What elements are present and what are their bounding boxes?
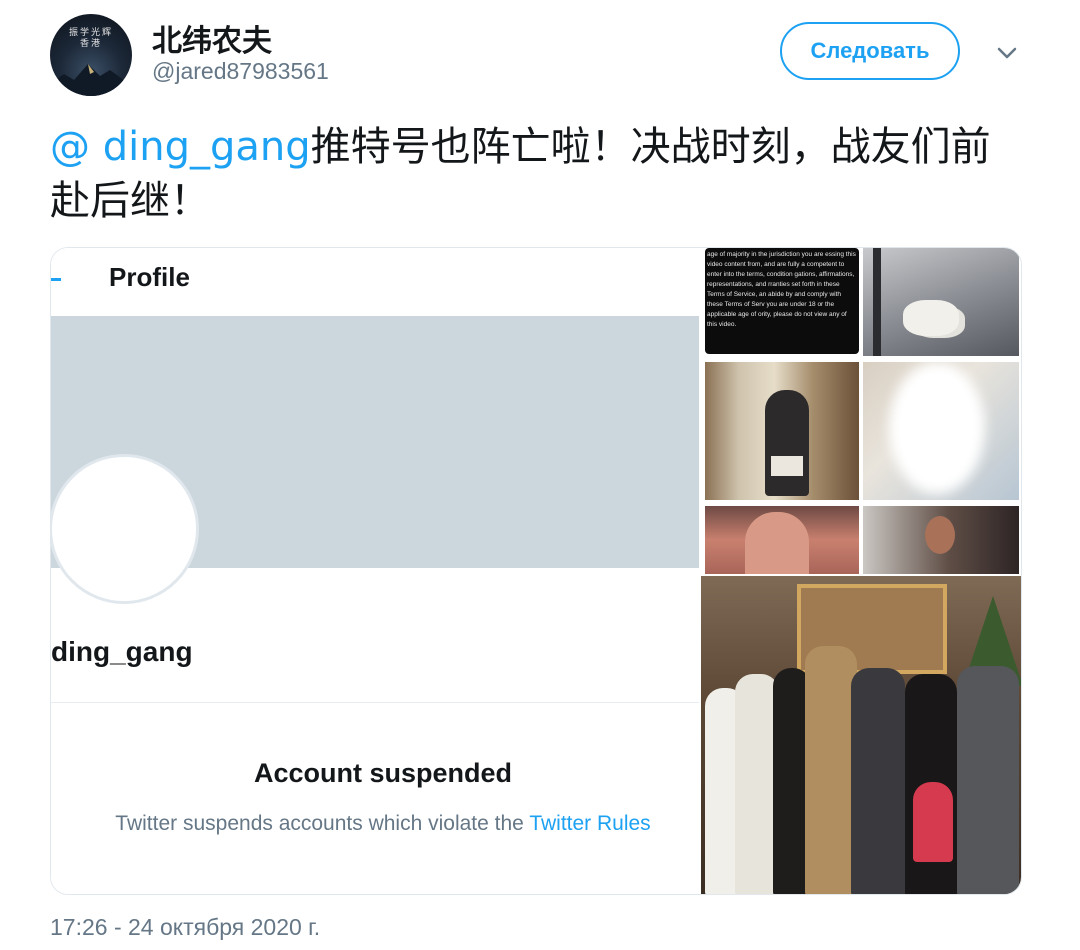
twitter-rules-link: Twitter Rules bbox=[529, 812, 651, 835]
figure bbox=[805, 646, 857, 894]
face-shape bbox=[925, 516, 955, 554]
divider bbox=[51, 702, 699, 703]
mention-link[interactable]: @ ding_gang bbox=[50, 124, 311, 170]
person-silhouette bbox=[765, 390, 809, 496]
tweet-timestamp[interactable]: 17:26 - 24 октября 2020 г. bbox=[50, 914, 320, 941]
bag-edge bbox=[873, 248, 881, 356]
mirror-selfie-photo bbox=[705, 362, 859, 500]
figure-red-pants bbox=[913, 782, 953, 862]
bag-photo bbox=[863, 248, 1019, 356]
figure bbox=[851, 668, 905, 894]
author-avatar[interactable]: 振学光辉香港 bbox=[50, 14, 132, 96]
media-grid[interactable]: Profile ding_gang Account suspended Twit… bbox=[50, 247, 1022, 895]
torso-shape bbox=[745, 512, 809, 574]
video-call-photo bbox=[863, 506, 1019, 574]
follow-button[interactable]: Следовать bbox=[780, 22, 960, 80]
photo-collage[interactable]: age of majority in the jurisdiction you … bbox=[699, 248, 1021, 894]
profile-avatar-placeholder bbox=[51, 454, 199, 604]
powder-shape bbox=[903, 300, 959, 336]
blurred-photo bbox=[863, 362, 1019, 500]
suspended-description: Twitter suspends accounts which violate … bbox=[51, 812, 715, 836]
tweet-text: @ ding_gang推特号也阵亡啦！决战时刻，战友们前赴后继！ bbox=[50, 120, 1010, 228]
shirtless-photo bbox=[705, 506, 859, 574]
back-arrow-icon bbox=[51, 278, 61, 281]
avatar-text: 振学光辉香港 bbox=[68, 28, 113, 49]
profile-title: Profile bbox=[109, 262, 190, 292]
figure bbox=[957, 666, 1019, 894]
author-handle[interactable]: @jared87983561 bbox=[152, 58, 329, 85]
author-display-name[interactable]: 北纬农夫 bbox=[152, 16, 272, 60]
terms-text-photo: age of majority in the jurisdiction you … bbox=[705, 248, 859, 354]
suspended-title: Account suspended bbox=[253, 758, 513, 788]
shorts-shape bbox=[771, 456, 803, 476]
family-group-photo bbox=[701, 576, 1021, 894]
terms-text: age of majority in the jurisdiction you … bbox=[707, 251, 856, 328]
suspended-description-text: Twitter suspends accounts which violate … bbox=[115, 812, 524, 835]
profile-username: ding_gang bbox=[51, 636, 193, 667]
profile-screenshot[interactable]: Profile ding_gang Account suspended Twit… bbox=[51, 248, 699, 894]
avatar-mountain-graphic bbox=[50, 64, 132, 96]
blur-overlay bbox=[889, 362, 985, 494]
chevron-down-icon[interactable] bbox=[992, 38, 1022, 68]
